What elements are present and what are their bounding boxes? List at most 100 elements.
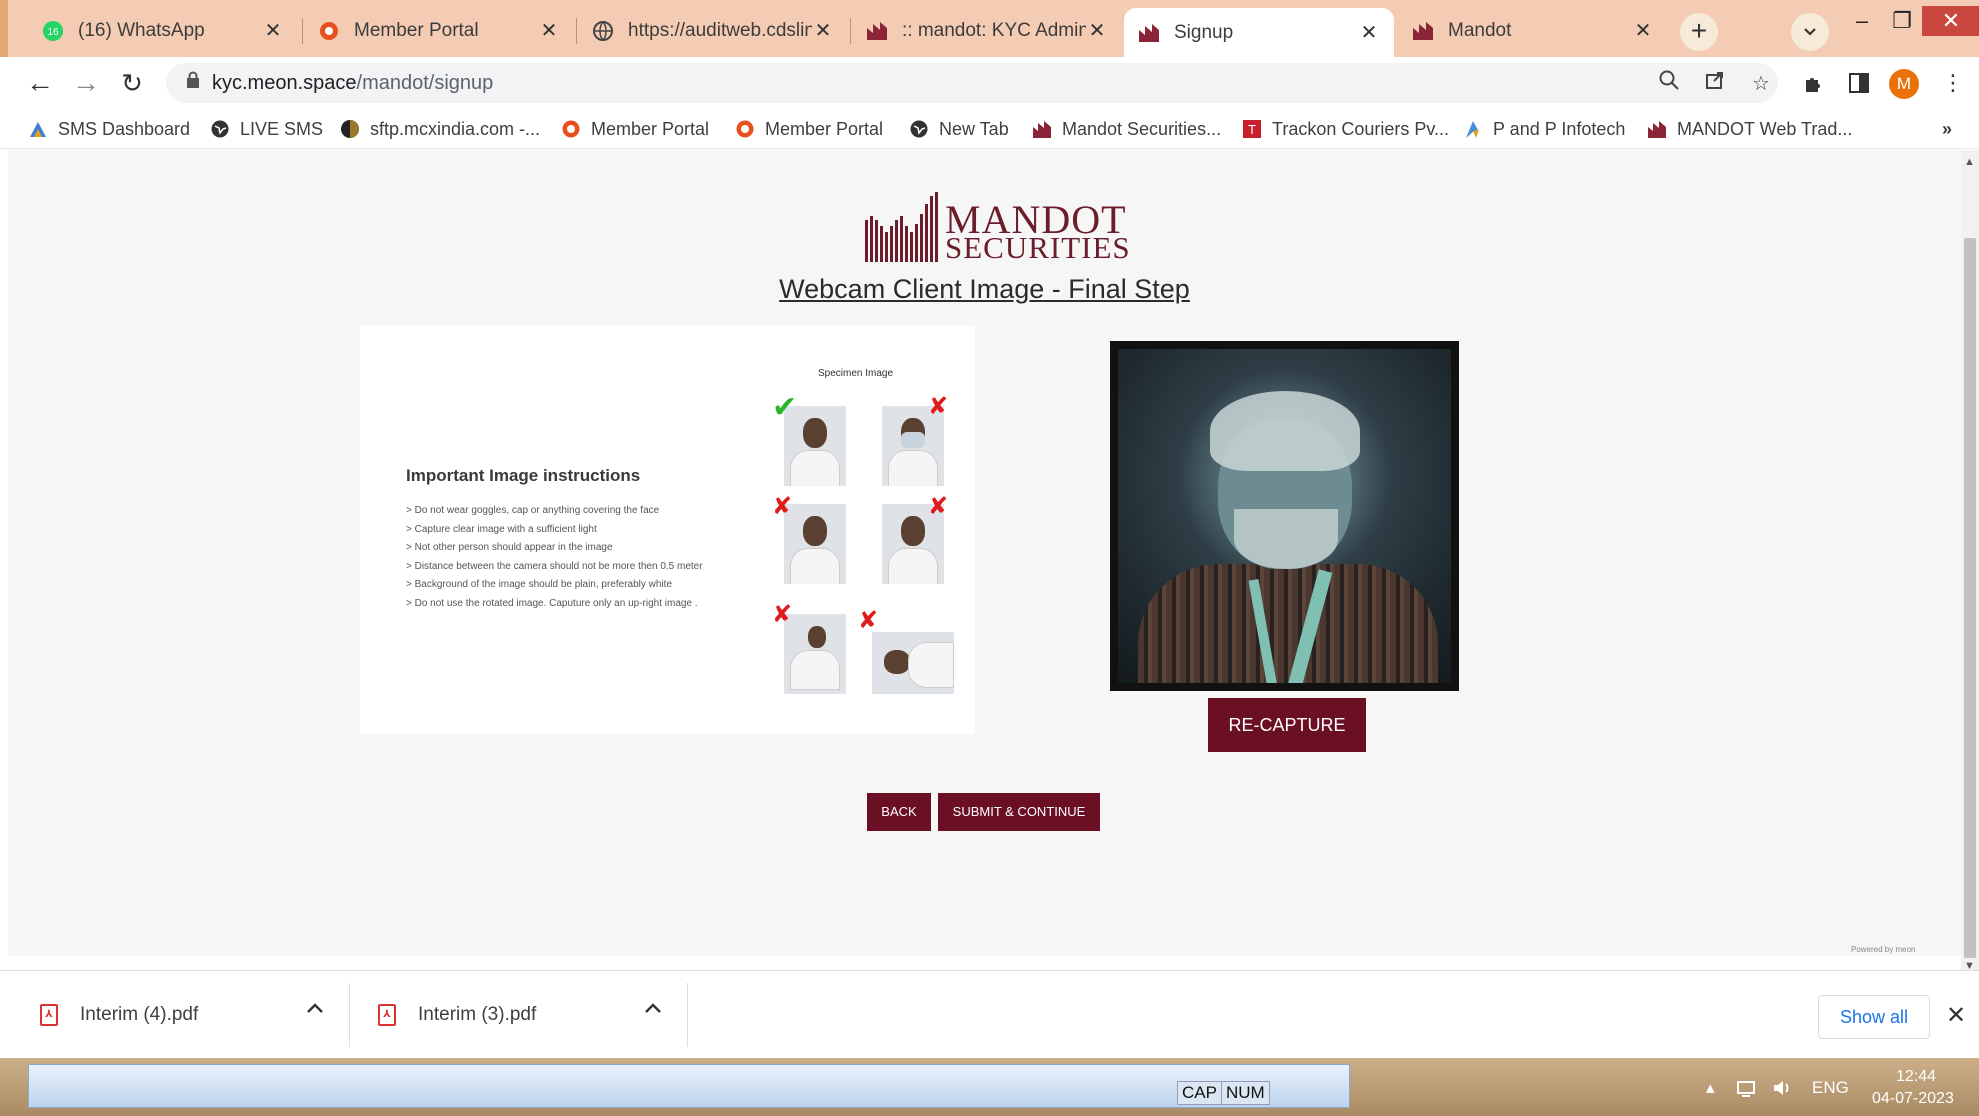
show-all-downloads-button[interactable]: Show all [1818, 995, 1930, 1039]
tab-title: Mandot [1448, 19, 1512, 41]
bookmark-item[interactable]: New Tab [909, 116, 1009, 142]
bookmark-item[interactable]: SMS Dashboard [28, 116, 190, 142]
scrollbar-thumb[interactable] [1964, 238, 1976, 958]
instruction-item: > Do not use the rotated image. Caputure… [406, 597, 698, 609]
portal-icon [318, 20, 340, 42]
recapture-button[interactable]: RE-CAPTURE [1208, 698, 1366, 752]
mandot-logo-mark-icon [865, 192, 938, 262]
extensions-icon[interactable] [1797, 67, 1829, 99]
profile-avatar[interactable]: M [1889, 69, 1919, 99]
tab-kyc-admin[interactable]: :: mandot: KYC Admin :: ✕ [852, 8, 1122, 53]
tab-close-button[interactable]: ✕ [1086, 18, 1108, 43]
submit-continue-button[interactable]: SUBMIT & CONTINUE [938, 793, 1100, 831]
bookmark-item[interactable]: Member Portal [561, 116, 709, 142]
download-separator [687, 983, 688, 1047]
pdf-file-icon: ⅄ [40, 1004, 58, 1026]
tab-auditweb[interactable]: https://auditweb.cdslin ✕ [578, 8, 848, 53]
tab-separator [850, 18, 851, 44]
specimen-photo-far [784, 614, 846, 694]
bookmark-item[interactable]: LIVE SMS [210, 116, 323, 142]
menu-kebab-icon[interactable]: ⋮ [1937, 67, 1969, 99]
bookmark-item[interactable]: MANDOT Web Trad... [1647, 116, 1852, 142]
powered-by-text: Powered by meon [1851, 945, 1916, 954]
mandot-icon [1648, 121, 1666, 138]
network-icon[interactable] [1736, 1078, 1758, 1103]
zoom-icon[interactable] [1654, 69, 1684, 99]
globe-icon [592, 20, 614, 42]
download-filename: Interim (3).pdf [418, 1004, 537, 1025]
restore-button[interactable]: ❐ [1880, 6, 1924, 36]
new-tab-button[interactable]: + [1680, 13, 1718, 51]
close-download-bar-icon[interactable]: ✕ [1946, 1001, 1966, 1030]
window-close-button[interactable]: ✕ [1922, 6, 1979, 36]
side-panel-icon[interactable] [1843, 67, 1875, 99]
lock-icon [186, 71, 200, 95]
minimize-button[interactable]: – [1840, 6, 1884, 36]
tab-title: https://auditweb.cdslin [628, 19, 812, 41]
share-icon[interactable] [1700, 69, 1730, 99]
tab-strip: 16 (16) WhatsApp ✕ Member Portal ✕ https… [0, 0, 1979, 57]
clock-date[interactable]: 04-07-2023 [1872, 1090, 1954, 1108]
page-scrollbar[interactable]: ▲ ▼ [1961, 150, 1979, 972]
bookmark-item[interactable]: T Trackon Couriers Pv... [1242, 116, 1449, 142]
tray-expand-icon[interactable]: ▴ [1706, 1078, 1715, 1098]
scroll-up-arrow-icon[interactable]: ▲ [1964, 156, 1975, 168]
pdf-file-icon: ⅄ [378, 1004, 396, 1026]
bookmark-label: LIVE SMS [240, 118, 324, 139]
sms-icon [30, 122, 46, 137]
clock-time[interactable]: 12:44 [1896, 1068, 1936, 1086]
url-host: kyc.meon.space [212, 71, 357, 94]
whatsapp-icon: 16 [42, 20, 64, 42]
download-item[interactable]: ⅄ Interim (4).pdf [40, 985, 198, 1045]
mandot-icon [1033, 121, 1051, 138]
bookmark-item[interactable]: P and P Infotech [1463, 116, 1625, 142]
address-bar[interactable]: kyc.meon.space/mandot/signup ☆ [166, 63, 1778, 103]
tab-search-button[interactable] [1791, 13, 1829, 51]
download-filename: Interim (4).pdf [80, 1004, 199, 1025]
cross-mark-icon: ✘ [772, 493, 793, 520]
reload-icon[interactable]: ↻ [114, 65, 150, 101]
captured-client-image [1118, 349, 1451, 683]
tab-signup[interactable]: Signup ✕ [1124, 8, 1394, 57]
download-item[interactable]: ⅄ Interim (3).pdf [378, 985, 536, 1045]
trackon-icon: T [1243, 120, 1261, 138]
back-button[interactable]: BACK [867, 793, 931, 831]
tab-close-button[interactable]: ✕ [1358, 20, 1380, 45]
cross-mark-icon: ✘ [858, 607, 879, 634]
volume-icon[interactable] [1772, 1078, 1794, 1103]
tab-member-portal[interactable]: Member Portal ✕ [304, 8, 574, 53]
instruction-item: > Not other person should appear in the … [406, 542, 613, 553]
bookmark-item[interactable]: Mandot Securities... [1032, 116, 1221, 142]
back-arrow-icon[interactable]: ← [22, 65, 58, 101]
instructions-title: Important Image instructions [406, 466, 641, 485]
svg-text:16: 16 [47, 27, 59, 38]
instructions-card: Specimen Image Important Image instructi… [360, 326, 975, 734]
bookmark-label: SMS Dashboard [58, 118, 191, 139]
bookmarks-overflow-button[interactable]: » [1942, 116, 1952, 142]
mandot-icon [1412, 20, 1434, 42]
specimen-photo-tilted [784, 504, 846, 584]
svg-text:T: T [1248, 122, 1256, 137]
tab-title: :: mandot: KYC Admin :: [902, 19, 1086, 41]
mandot-logo: MANDOT SECURITIES [865, 192, 1130, 265]
tab-close-button[interactable]: ✕ [262, 18, 284, 43]
tab-mandot[interactable]: Mandot ✕ [1398, 8, 1668, 53]
language-indicator[interactable]: ENG [1812, 1078, 1849, 1098]
mandot-icon [1138, 22, 1160, 44]
bookmark-star-icon[interactable]: ☆ [1746, 69, 1776, 99]
chevron-up-icon[interactable] [306, 1001, 324, 1019]
tab-close-button[interactable]: ✕ [812, 18, 834, 43]
globe-icon [910, 120, 928, 138]
tab-close-button[interactable]: ✕ [1632, 18, 1654, 43]
bookmark-item[interactable]: sftp.mcxindia.com -... [340, 116, 540, 142]
tab-close-button[interactable]: ✕ [538, 18, 560, 43]
bookmark-label: P and P Infotech [1493, 118, 1626, 139]
webcam-capture-frame [1110, 341, 1459, 691]
bookmark-item[interactable]: Member Portal [735, 116, 883, 142]
instructions-list: > Do not wear goggles, cap or anything c… [406, 502, 703, 613]
forward-arrow-icon[interactable]: → [68, 65, 104, 101]
tab-separator [576, 18, 577, 44]
tab-whatsapp[interactable]: 16 (16) WhatsApp ✕ [28, 8, 298, 53]
windows-taskbar: CAP NUM ▴ ENG 12:44 04-07-2023 [0, 1058, 1979, 1116]
chevron-up-icon[interactable] [644, 1001, 662, 1019]
